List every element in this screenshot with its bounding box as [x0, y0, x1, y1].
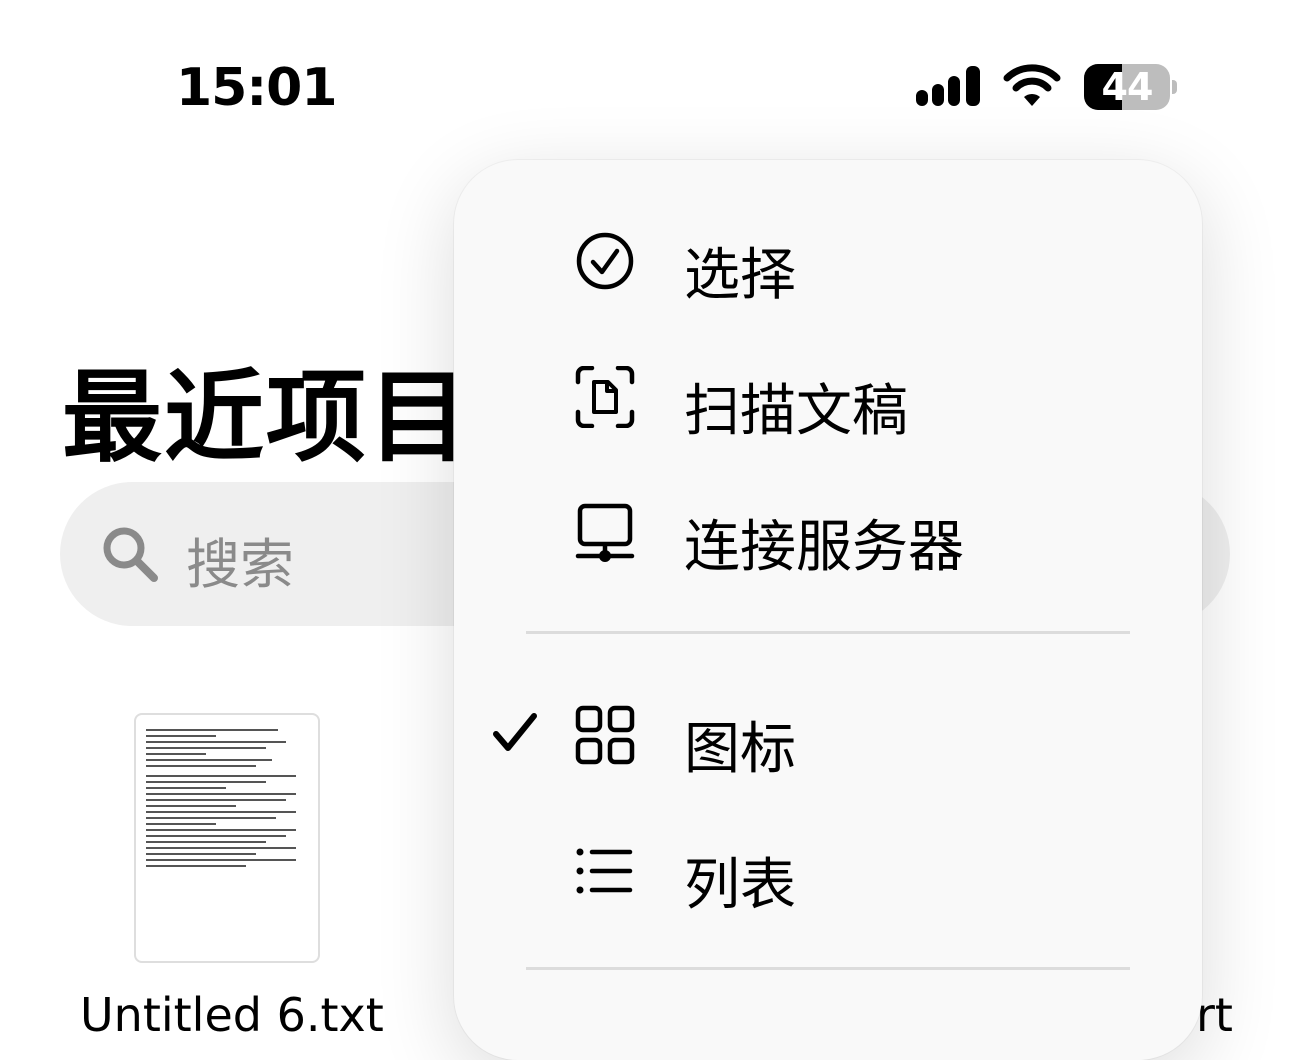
server-monitor-icon: [575, 503, 635, 562]
menu-item-label: 图标: [684, 717, 796, 782]
menu-item-connect-server[interactable]: 连接服务器: [454, 472, 1202, 592]
menu-item-list-view[interactable]: 列表: [454, 810, 1202, 930]
menu-item-label: 连接服务器: [684, 515, 964, 580]
search-placeholder: 搜索: [186, 533, 294, 596]
file-thumbnail[interactable]: [134, 713, 320, 963]
status-time: 15:01: [176, 58, 338, 118]
menu-divider: [526, 967, 1130, 970]
checkmark-circle-icon: [576, 232, 634, 290]
search-icon: [103, 527, 158, 582]
signal-icon: [914, 64, 984, 110]
menu-item-label: 列表: [684, 853, 796, 918]
battery-cap: [1172, 80, 1177, 94]
battery-percent: 44: [1101, 65, 1154, 109]
view-options-menu: 选择 扫描文稿 连接服务器 图标 列表: [454, 160, 1202, 1060]
menu-item-label: 选择: [684, 243, 796, 308]
file-name[interactable]: Untitled 6.txt: [80, 988, 384, 1042]
list-icon: [576, 848, 633, 894]
menu-item-scan-document[interactable]: 扫描文稿: [454, 336, 1202, 456]
menu-divider: [526, 631, 1130, 634]
page-title: 最近项目: [62, 359, 470, 476]
selected-checkmark-icon: [493, 713, 537, 751]
document-scan-icon: [575, 366, 635, 428]
wifi-icon: [1003, 64, 1061, 106]
menu-item-icons-view[interactable]: 图标: [454, 674, 1202, 794]
menu-item-label: 扫描文稿: [684, 379, 908, 444]
battery-icon: 44: [1084, 64, 1170, 110]
menu-item-select[interactable]: 选择: [454, 200, 1202, 320]
grid-icon: [575, 705, 635, 765]
